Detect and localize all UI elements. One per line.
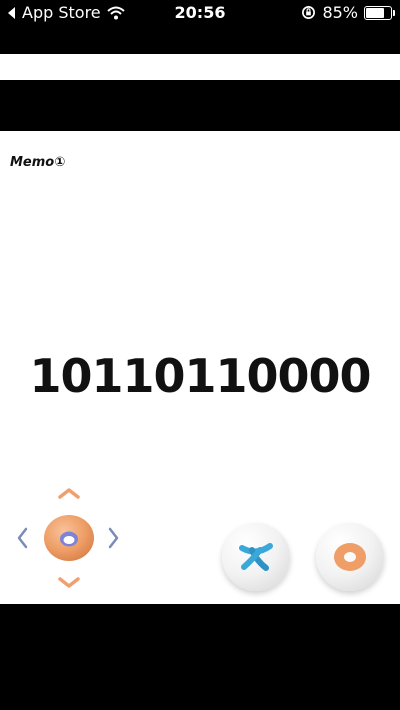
game-screen: Memo① 10110110000: [0, 131, 400, 604]
banner-area: [0, 54, 400, 80]
dpad-center-button[interactable]: [42, 513, 96, 563]
status-bar: App Store 20:56 85%: [0, 0, 400, 28]
battery-percent: 85%: [322, 3, 358, 22]
orientation-lock-icon: [302, 6, 316, 19]
memo-label: Memo①: [10, 155, 66, 170]
dpad-down-button[interactable]: [57, 576, 81, 590]
dpad-up-button[interactable]: [57, 486, 81, 500]
dpad-right-button[interactable]: [107, 526, 121, 550]
cross-icon: [239, 543, 273, 571]
cancel-button[interactable]: [222, 523, 290, 591]
battery-icon: [364, 5, 395, 20]
confirm-button[interactable]: [316, 523, 384, 591]
ring-icon: [334, 543, 366, 571]
dpad-left-button[interactable]: [15, 526, 29, 550]
binary-display: 10110110000: [29, 349, 371, 403]
